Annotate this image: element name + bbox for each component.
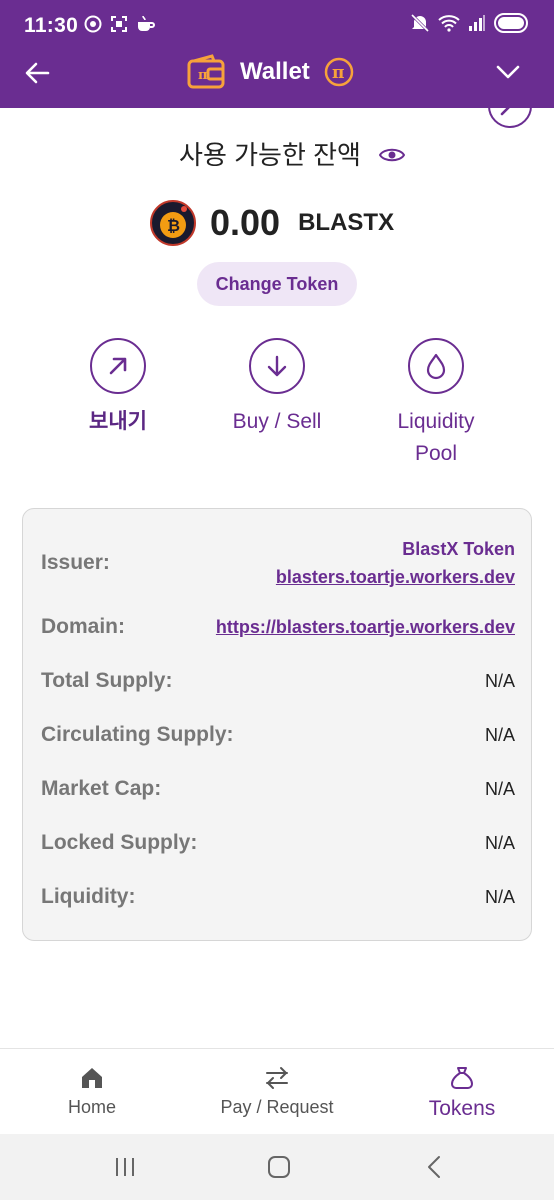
- nav-pay-request[interactable]: Pay / Request: [185, 1049, 369, 1135]
- send-label: 보내기: [89, 410, 147, 433]
- liquidity-label: Liquidity:: [41, 885, 136, 908]
- signal-icon: [468, 14, 486, 37]
- issuer-name: BlastX Token: [402, 539, 515, 559]
- system-back-icon[interactable]: [422, 1154, 448, 1180]
- send-action[interactable]: 보내기: [43, 338, 193, 438]
- domain-link[interactable]: https://blasters.toartje.workers.dev: [216, 617, 515, 638]
- token-info-card: Issuer: BlastX Token blasters.toartje.wo…: [22, 508, 532, 941]
- domain-label: Domain:: [41, 615, 125, 638]
- arrow-up-right-icon: [109, 357, 127, 375]
- nav-home-label: Home: [67, 1097, 116, 1117]
- svg-text:π: π: [332, 63, 344, 83]
- liquidity-pool-label-line1: Liquidity: [397, 410, 475, 433]
- nav-tokens[interactable]: Tokens: [370, 1049, 554, 1135]
- token-symbol: BLASTX: [298, 209, 395, 236]
- nav-tokens-label: Tokens: [428, 1097, 496, 1120]
- circulating-supply-value: N/A: [484, 725, 515, 745]
- balance-label-row: 사용 가능한 잔액: [0, 135, 554, 172]
- circulating-supply-label: Circulating Supply:: [41, 723, 234, 746]
- buy-sell-action[interactable]: Buy / Sell: [202, 338, 352, 438]
- page-title: Wallet: [240, 58, 310, 85]
- locked-supply-label: Locked Supply:: [41, 831, 198, 854]
- liquidity-pool-label: Liquidity Pool: [361, 406, 511, 470]
- recent-apps-icon[interactable]: [112, 1154, 138, 1180]
- swap-arrows-icon: [266, 1067, 288, 1089]
- money-bag-icon: [451, 1067, 473, 1089]
- issuer-row: Issuer: BlastX Token blasters.toartje.wo…: [23, 537, 533, 593]
- svg-text:₿: ₿: [167, 216, 180, 235]
- nav-pay-request-label: Pay / Request: [220, 1097, 334, 1117]
- battery-icon: [494, 13, 528, 38]
- total-supply-label: Total Supply:: [41, 669, 173, 692]
- svg-text:π: π: [198, 68, 208, 83]
- liquidity-value: N/A: [484, 887, 515, 907]
- locked-supply-value: N/A: [484, 833, 515, 853]
- status-time: 11:30: [24, 14, 79, 37]
- screenshot-icon: [110, 15, 128, 33]
- arrow-down-icon: [267, 355, 287, 377]
- action-row: 보내기 Buy / Sell Liquidity Pool: [0, 338, 554, 468]
- droplet-icon: [426, 353, 446, 380]
- header-overlap: [440, 80, 554, 108]
- total-supply-value: N/A: [484, 671, 515, 691]
- liquidity-pool-action[interactable]: Liquidity Pool: [361, 338, 511, 470]
- chrome-icon: [84, 15, 102, 33]
- market-cap-value: N/A: [484, 779, 515, 799]
- mute-icon: [410, 13, 430, 38]
- buy-sell-label: Buy / Sell: [232, 410, 322, 433]
- status-bar: 11:30: [0, 0, 554, 52]
- nav-home[interactable]: Home: [0, 1049, 184, 1135]
- blastx-token-icon: ₿: [150, 200, 196, 246]
- home-icon: [82, 1068, 102, 1088]
- wifi-icon: [438, 14, 460, 37]
- pi-logo-icon: π: [324, 57, 354, 87]
- coffee-icon: [136, 15, 155, 33]
- home-button-icon[interactable]: [266, 1154, 292, 1180]
- issuer-domain-link[interactable]: blasters.toartje.workers.dev: [276, 567, 515, 588]
- liquidity-pool-label-line2: Pool: [414, 442, 458, 465]
- back-arrow-icon[interactable]: [22, 58, 52, 88]
- eye-icon[interactable]: [378, 145, 405, 165]
- available-balance-label: 사용 가능한 잔액: [179, 140, 361, 170]
- issuer-label: Issuer:: [41, 551, 110, 574]
- market-cap-label: Market Cap:: [41, 777, 162, 800]
- balance-amount: 0.00: [210, 202, 281, 243]
- balance-row: ₿ 0.00 BLASTX: [150, 200, 394, 246]
- change-token-button[interactable]: Change Token: [197, 262, 357, 306]
- system-nav-bar: [0, 1134, 554, 1200]
- wallet-icon: π: [187, 54, 225, 89]
- bottom-nav: Home Pay / Request Tokens: [0, 1048, 554, 1134]
